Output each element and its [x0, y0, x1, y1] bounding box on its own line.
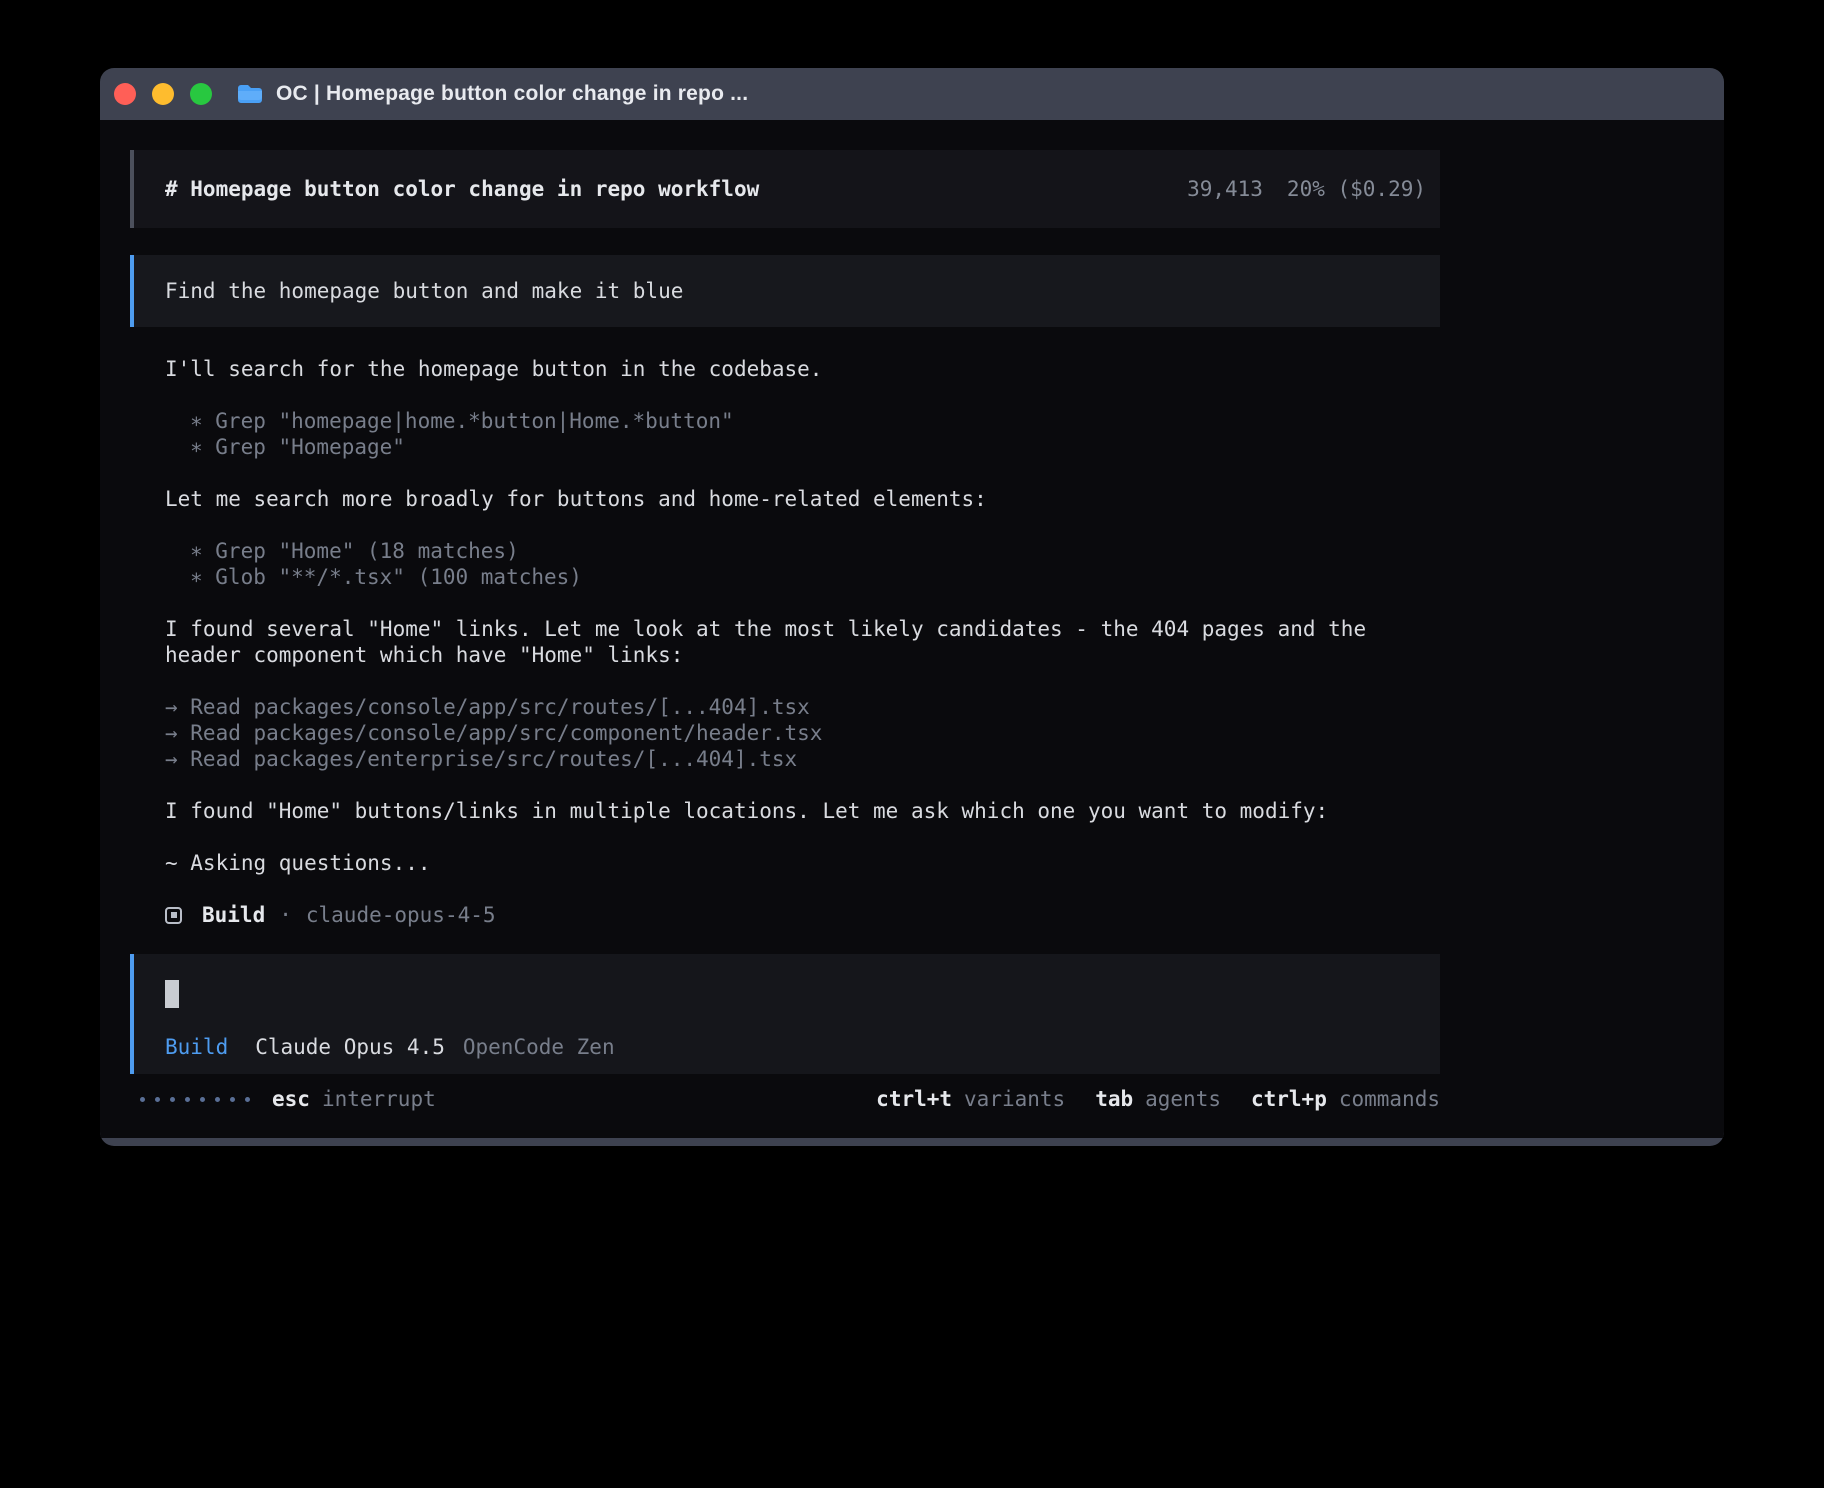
assistant-status: ~ Asking questions...	[165, 850, 1440, 876]
assistant-text: I'll search for the homepage button in t…	[165, 356, 1440, 382]
terminal-window: OC | Homepage button color change in rep…	[100, 68, 1724, 1146]
input-mode: Build	[165, 1034, 228, 1060]
commands-key: ctrl+p	[1251, 1086, 1327, 1112]
statusbar-left: esc interrupt	[140, 1086, 436, 1112]
agents-label: agents	[1145, 1086, 1221, 1112]
agent-icon	[165, 907, 182, 924]
folder-icon	[236, 82, 264, 106]
agent-model: claude-opus-4-5	[306, 902, 496, 928]
token-count: 39,413	[1187, 176, 1263, 202]
session-header: # Homepage button color change in repo w…	[130, 150, 1440, 228]
input-provider: OpenCode Zen	[463, 1034, 615, 1060]
user-message-text: Find the homepage button and make it blu…	[165, 278, 683, 304]
titlebar: OC | Homepage button color change in rep…	[100, 68, 1724, 120]
close-button[interactable]	[114, 83, 136, 105]
session-stats: 39,413 20% ($0.29)	[1187, 176, 1426, 202]
context-cost: 20% ($0.29)	[1287, 176, 1426, 202]
session-title: # Homepage button color change in repo w…	[165, 176, 759, 202]
esc-key: esc	[272, 1086, 310, 1112]
input-meta: Build Claude Opus 4.5 OpenCode Zen	[165, 1034, 1412, 1060]
input-model: Claude Opus 4.5	[255, 1034, 445, 1060]
session-content[interactable]: # Homepage button color change in repo w…	[130, 120, 1440, 1074]
zoom-button[interactable]	[190, 83, 212, 105]
statusbar-right: ctrl+t variants tab agents ctrl+p comman…	[876, 1086, 1440, 1112]
tool-call-read: → Read packages/console/app/src/routes/[…	[165, 694, 1440, 720]
commands-label: commands	[1339, 1086, 1440, 1112]
terminal-body: # Homepage button color change in repo w…	[100, 120, 1724, 1138]
tool-call-grep: ∗ Grep "homepage|home.*button|Home.*butt…	[165, 408, 1440, 434]
shortcut-interrupt: esc interrupt	[272, 1086, 436, 1112]
statusbar: esc interrupt ctrl+t variants tab agents…	[130, 1086, 1440, 1112]
window-title: OC | Homepage button color change in rep…	[276, 82, 748, 106]
agent-separator: ·	[279, 902, 292, 928]
user-message: Find the homepage button and make it blu…	[130, 255, 1440, 327]
prompt-input[interactable]: Build Claude Opus 4.5 OpenCode Zen	[130, 954, 1440, 1074]
variants-label: variants	[964, 1086, 1065, 1112]
tool-call-group: ∗ Grep "homepage|home.*button|Home.*butt…	[165, 408, 1440, 460]
assistant-text: Let me search more broadly for buttons a…	[165, 486, 1440, 512]
agent-name: Build	[202, 902, 265, 928]
esc-label: interrupt	[322, 1086, 436, 1112]
tool-call-glob: ∗ Glob "**/*.tsx" (100 matches)	[165, 564, 1440, 590]
transcript: I'll search for the homepage button in t…	[130, 356, 1440, 928]
assistant-text: I found several "Home" links. Let me loo…	[165, 616, 1440, 668]
variants-key: ctrl+t	[876, 1086, 952, 1112]
shortcut-agents: tab agents	[1095, 1086, 1221, 1112]
tool-call-group: ∗ Grep "Home" (18 matches) ∗ Glob "**/*.…	[165, 538, 1440, 590]
minimize-button[interactable]	[152, 83, 174, 105]
activity-dots	[140, 1097, 250, 1102]
text-cursor	[165, 980, 179, 1008]
tool-call-grep: ∗ Grep "Home" (18 matches)	[165, 538, 1440, 564]
tool-call-grep: ∗ Grep "Homepage"	[165, 434, 1440, 460]
agent-status-line: Build · claude-opus-4-5	[165, 902, 1440, 928]
tool-call-read: → Read packages/enterprise/src/routes/[.…	[165, 746, 1440, 772]
assistant-text: I found "Home" buttons/links in multiple…	[165, 798, 1440, 824]
tool-call-group: → Read packages/console/app/src/routes/[…	[165, 694, 1440, 772]
shortcut-variants: ctrl+t variants	[876, 1086, 1065, 1112]
traffic-lights	[114, 83, 212, 105]
agents-key: tab	[1095, 1086, 1133, 1112]
shortcut-commands: ctrl+p commands	[1251, 1086, 1440, 1112]
tool-call-read: → Read packages/console/app/src/componen…	[165, 720, 1440, 746]
